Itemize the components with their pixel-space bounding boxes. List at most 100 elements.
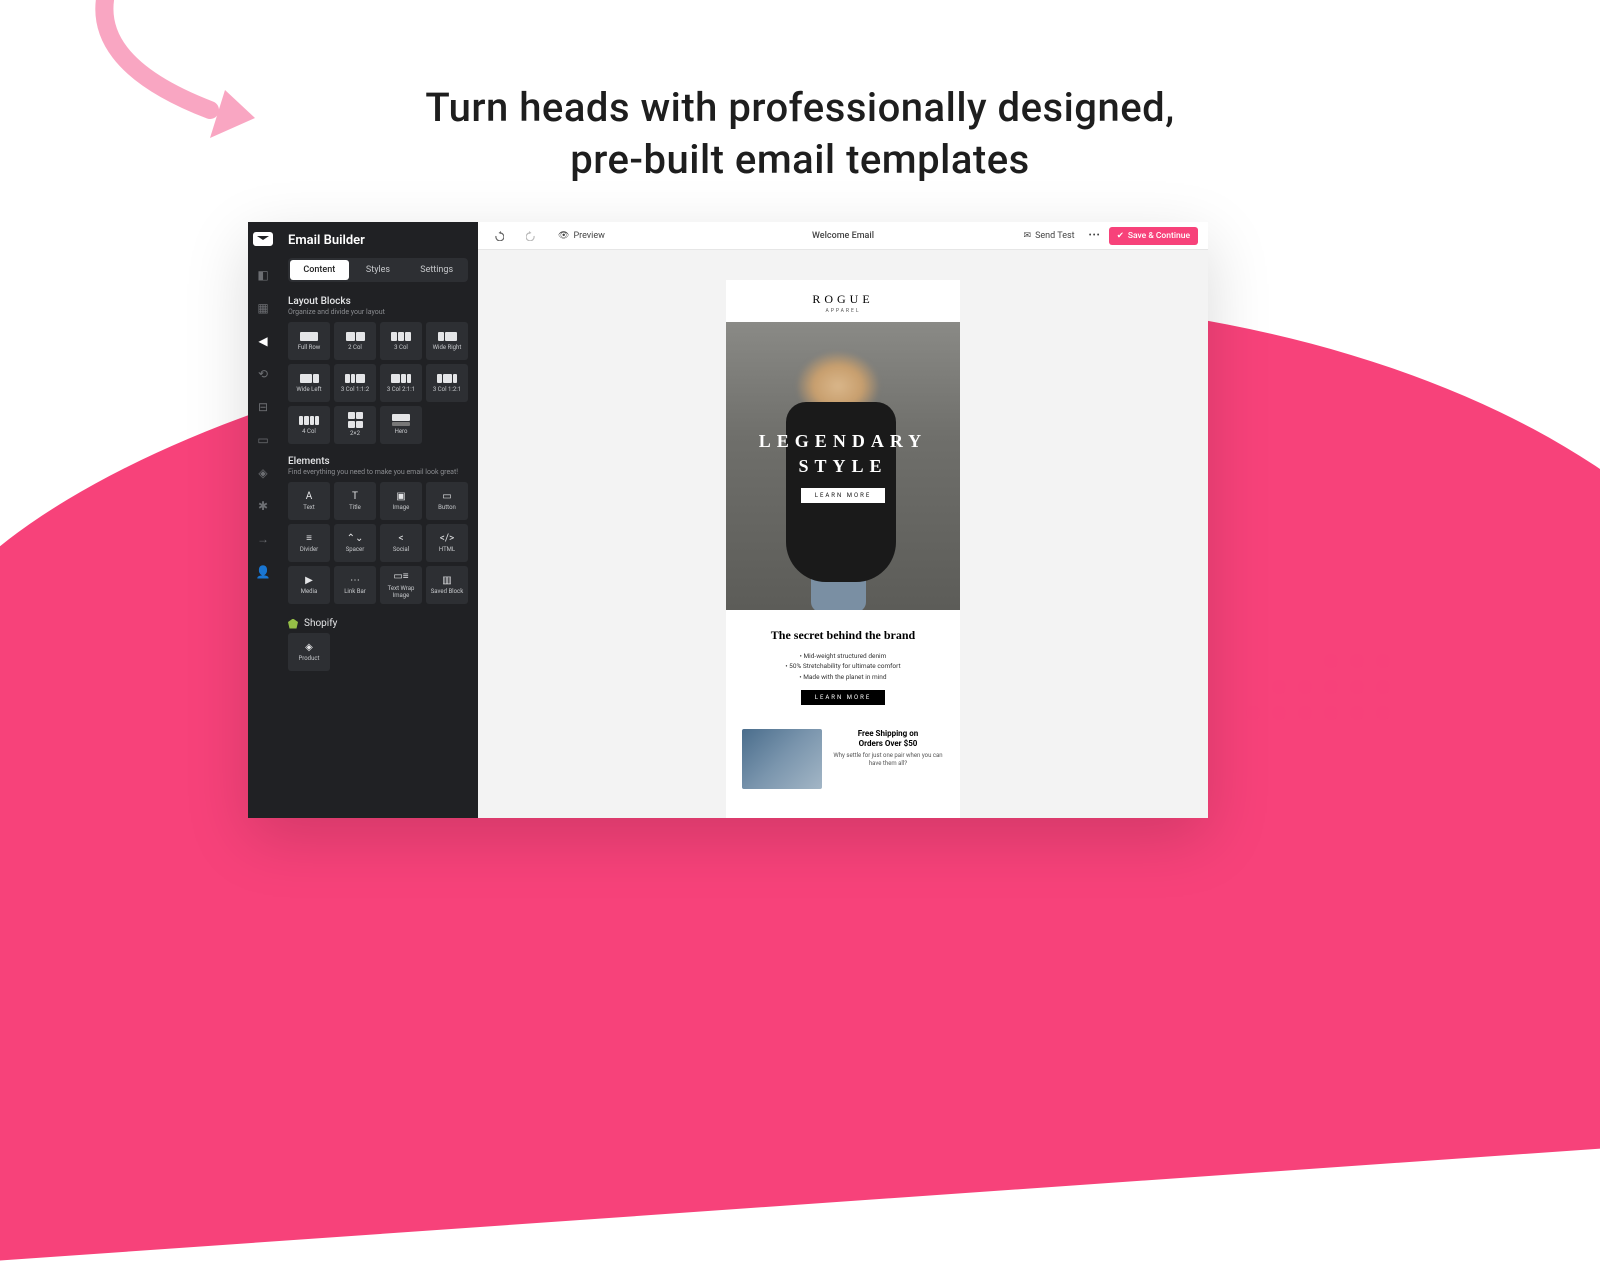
secret-title: The secret behind the brand	[746, 628, 940, 643]
sidebar-title: Email Builder	[278, 222, 478, 258]
block-label: Product	[299, 656, 320, 663]
eye-icon: 👁	[558, 231, 569, 241]
nav-user-icon[interactable]: 👤	[255, 564, 271, 580]
layout-icon	[299, 414, 319, 426]
preview-button[interactable]: 👁 Preview	[552, 228, 611, 244]
hero-headline: LEGENDARYSTYLE	[759, 429, 927, 478]
nav-pages-icon[interactable]: ▭	[255, 432, 271, 448]
email-brand: ROGUE APPAREL	[726, 280, 960, 322]
elements-grid: ATextTTitle▣Image▭Button ≡Divider⌃⌄Spacer…	[278, 482, 478, 612]
secret-cta-button[interactable]: LEARN MORE	[801, 690, 886, 705]
nav-campaigns-icon[interactable]: ◀	[255, 333, 271, 349]
element-block-spacer[interactable]: ⌃⌄Spacer	[334, 524, 376, 562]
secret-list: Mid-weight structured denim 50% Stretcha…	[746, 651, 940, 682]
element-block-html[interactable]: </>HTML	[426, 524, 468, 562]
canvas-topbar: 👁 Preview Welcome Email ✉ Send Test ••• …	[478, 222, 1208, 250]
block-label: 3 Col 1:2:1	[433, 387, 461, 394]
redo-button[interactable]	[520, 228, 542, 244]
layout-block-3-col-2-1-1[interactable]: 3 Col 2:1:1	[380, 364, 422, 402]
nav-dashboard-icon[interactable]: ◧	[255, 267, 271, 283]
nav-calendar-icon[interactable]: ▦	[255, 300, 271, 316]
element-block-media[interactable]: ▶Media	[288, 566, 330, 604]
block-label: Text Wrap Image	[380, 586, 422, 599]
element-block-social[interactable]: <Social	[380, 524, 422, 562]
undo-button[interactable]	[488, 228, 510, 244]
save-continue-button[interactable]: ✔ Save & Continue	[1109, 227, 1198, 245]
sidebar-tabbar: Content Styles Settings	[288, 258, 468, 282]
layout-icon	[391, 330, 411, 342]
block-label: 4 Col	[302, 429, 316, 436]
section-elements-sub: Find everything you need to make you ema…	[278, 468, 478, 482]
block-label: Wide Right	[433, 345, 462, 352]
builder-sidebar: Email Builder Content Styles Settings La…	[278, 222, 478, 818]
layout-block-hero[interactable]: Hero	[380, 406, 422, 444]
layout-block-3-col[interactable]: 3 Col	[380, 322, 422, 360]
nav-rail: ◧ ▦ ◀ ⟲ ⊟ ▭ ◈ ✱ → 👤	[248, 222, 278, 818]
layout-icon	[437, 330, 457, 342]
more-menu-button[interactable]: •••	[1089, 231, 1101, 241]
email-preview[interactable]: ROGUE APPAREL LEGENDARYSTYLE LEARN MORE …	[726, 280, 960, 818]
layout-icon	[299, 330, 319, 342]
element-icon: ⋯	[348, 574, 362, 586]
shipping-title: Free Shipping onOrders Over $50	[832, 729, 944, 748]
block-label: Link Bar	[344, 589, 366, 596]
layout-block-wide-right[interactable]: Wide Right	[426, 322, 468, 360]
layout-icon	[347, 412, 363, 428]
nav-automations-icon[interactable]: ⟲	[255, 366, 271, 382]
canvas-scroll[interactable]: ROGUE APPAREL LEGENDARYSTYLE LEARN MORE …	[478, 250, 1208, 818]
shopify-icon	[288, 619, 298, 629]
block-label: Media	[301, 589, 318, 596]
list-item: Made with the planet in mind	[746, 672, 940, 682]
email-secret-section: The secret behind the brand Mid-weight s…	[726, 610, 960, 715]
block-label: Social	[393, 547, 409, 554]
element-block-link-bar[interactable]: ⋯ Link Bar	[334, 566, 376, 604]
nav-settings-icon[interactable]: ✱	[255, 498, 271, 514]
element-block-product[interactable]: ◈ Product	[288, 633, 330, 671]
layout-icon	[391, 372, 411, 384]
section-shopify: Shopify	[278, 612, 478, 633]
block-label: 2 Col	[348, 345, 362, 352]
send-test-button[interactable]: ✉ Send Test	[1018, 228, 1081, 244]
layout-icon	[437, 372, 457, 384]
save-label: Save & Continue	[1128, 231, 1190, 241]
section-layout-sub: Organize and divide your layout	[278, 308, 478, 322]
marketing-headline: Turn heads with professionally designed,…	[0, 82, 1600, 186]
block-label: Button	[438, 505, 456, 512]
decorative-dot-grid	[1246, 654, 1390, 720]
layout-block-2-col[interactable]: 2 Col	[334, 322, 376, 360]
layout-block-3-col-1-1-2[interactable]: 3 Col 1:1:2	[334, 364, 376, 402]
send-test-label: Send Test	[1035, 231, 1075, 241]
element-block-saved-block[interactable]: ▥Saved Block	[426, 566, 468, 604]
block-label: Hero	[395, 429, 408, 436]
email-hero: LEGENDARYSTYLE LEARN MORE	[726, 322, 960, 610]
nav-box-icon[interactable]: ◈	[255, 465, 271, 481]
element-block-image[interactable]: ▣Image	[380, 482, 422, 520]
brand-name: ROGUE	[726, 292, 960, 307]
element-block-text-wrap-image[interactable]: ▭≡Text Wrap Image	[380, 566, 422, 604]
hero-cta-button[interactable]: LEARN MORE	[801, 488, 886, 503]
block-label: Image	[393, 505, 410, 512]
element-icon: A	[302, 490, 316, 502]
layout-block-3-col-1-2-1[interactable]: 3 Col 1:2:1	[426, 364, 468, 402]
layout-block-wide-left[interactable]: Wide Left	[288, 364, 330, 402]
layout-block-full-row[interactable]: Full Row	[288, 322, 330, 360]
tab-content[interactable]: Content	[290, 260, 349, 280]
shipping-image	[742, 729, 822, 789]
element-block-divider[interactable]: ≡Divider	[288, 524, 330, 562]
element-block-text[interactable]: AText	[288, 482, 330, 520]
shipping-copy: Why settle for just one pair when you ca…	[832, 752, 944, 768]
element-icon: ◈	[302, 641, 316, 653]
block-label: 3 Col 2:1:1	[387, 387, 415, 394]
tab-settings[interactable]: Settings	[407, 260, 466, 280]
list-item: Mid-weight structured denim	[746, 651, 940, 661]
nav-logout-icon[interactable]: →	[255, 531, 271, 547]
layout-block-2-2[interactable]: 2×2	[334, 406, 376, 444]
layout-block-4-col[interactable]: 4 Col	[288, 406, 330, 444]
nav-chat-icon[interactable]: ⊟	[255, 399, 271, 415]
email-builder-app: ◧ ▦ ◀ ⟲ ⊟ ▭ ◈ ✱ → 👤 Email Builder Conten…	[248, 222, 1208, 818]
layout-icon	[345, 372, 365, 384]
element-block-button[interactable]: ▭Button	[426, 482, 468, 520]
block-label: 3 Col 1:1:2	[341, 387, 369, 394]
tab-styles[interactable]: Styles	[349, 260, 408, 280]
element-block-title[interactable]: TTitle	[334, 482, 376, 520]
